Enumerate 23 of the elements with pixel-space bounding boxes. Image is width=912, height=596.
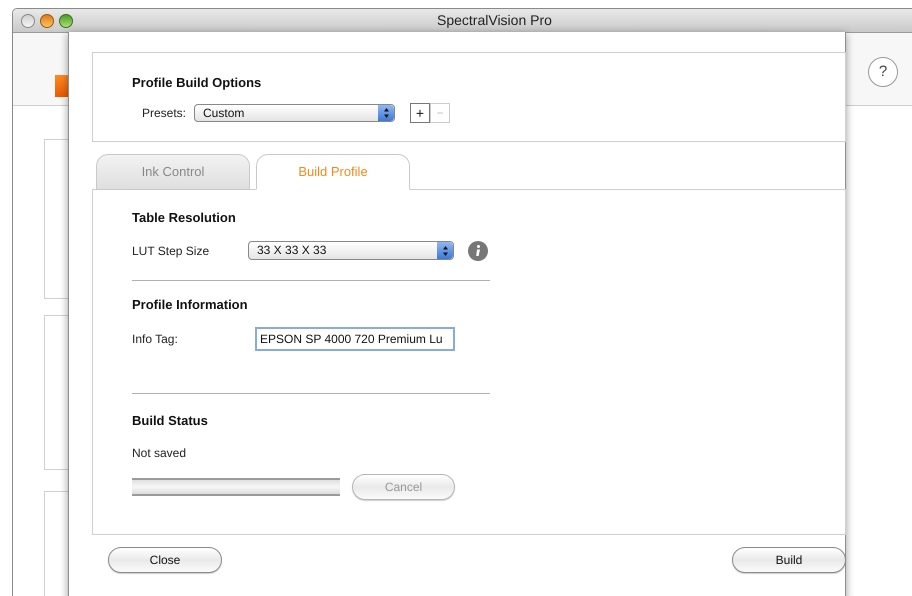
section-title: Table Resolution: [132, 209, 237, 227]
window-title: SpectralVision Pro: [437, 11, 552, 30]
minimize-window-icon[interactable]: [40, 14, 54, 28]
info-tag-label: Info Tag:: [132, 331, 179, 348]
build-status-text: Not saved: [132, 444, 188, 462]
dropdown-arrows-icon: [437, 242, 453, 259]
help-button[interactable]: ?: [868, 57, 898, 87]
presets-dropdown[interactable]: Custom: [194, 104, 396, 122]
section-title: Build Status: [132, 412, 209, 430]
info-icon[interactable]: [468, 240, 488, 260]
close-button[interactable]: Close: [108, 547, 222, 573]
lut-step-dropdown[interactable]: 33 X 33 X 33: [248, 241, 454, 260]
add-preset-button[interactable]: +: [410, 102, 430, 122]
close-window-icon[interactable]: [21, 14, 35, 28]
presets-label: Presets:: [142, 104, 186, 122]
build-button[interactable]: Build: [732, 547, 846, 573]
section-title: Profile Information: [132, 296, 249, 314]
zoom-window-icon[interactable]: [59, 14, 73, 28]
section-title: Profile Build Options: [132, 74, 262, 92]
info-tag-field[interactable]: EPSON SP 4000 720 Premium Lu: [255, 327, 455, 351]
dropdown-arrows-icon: [378, 104, 394, 120]
logo-block: [55, 75, 69, 97]
lut-step-label: LUT Step Size: [132, 242, 210, 260]
